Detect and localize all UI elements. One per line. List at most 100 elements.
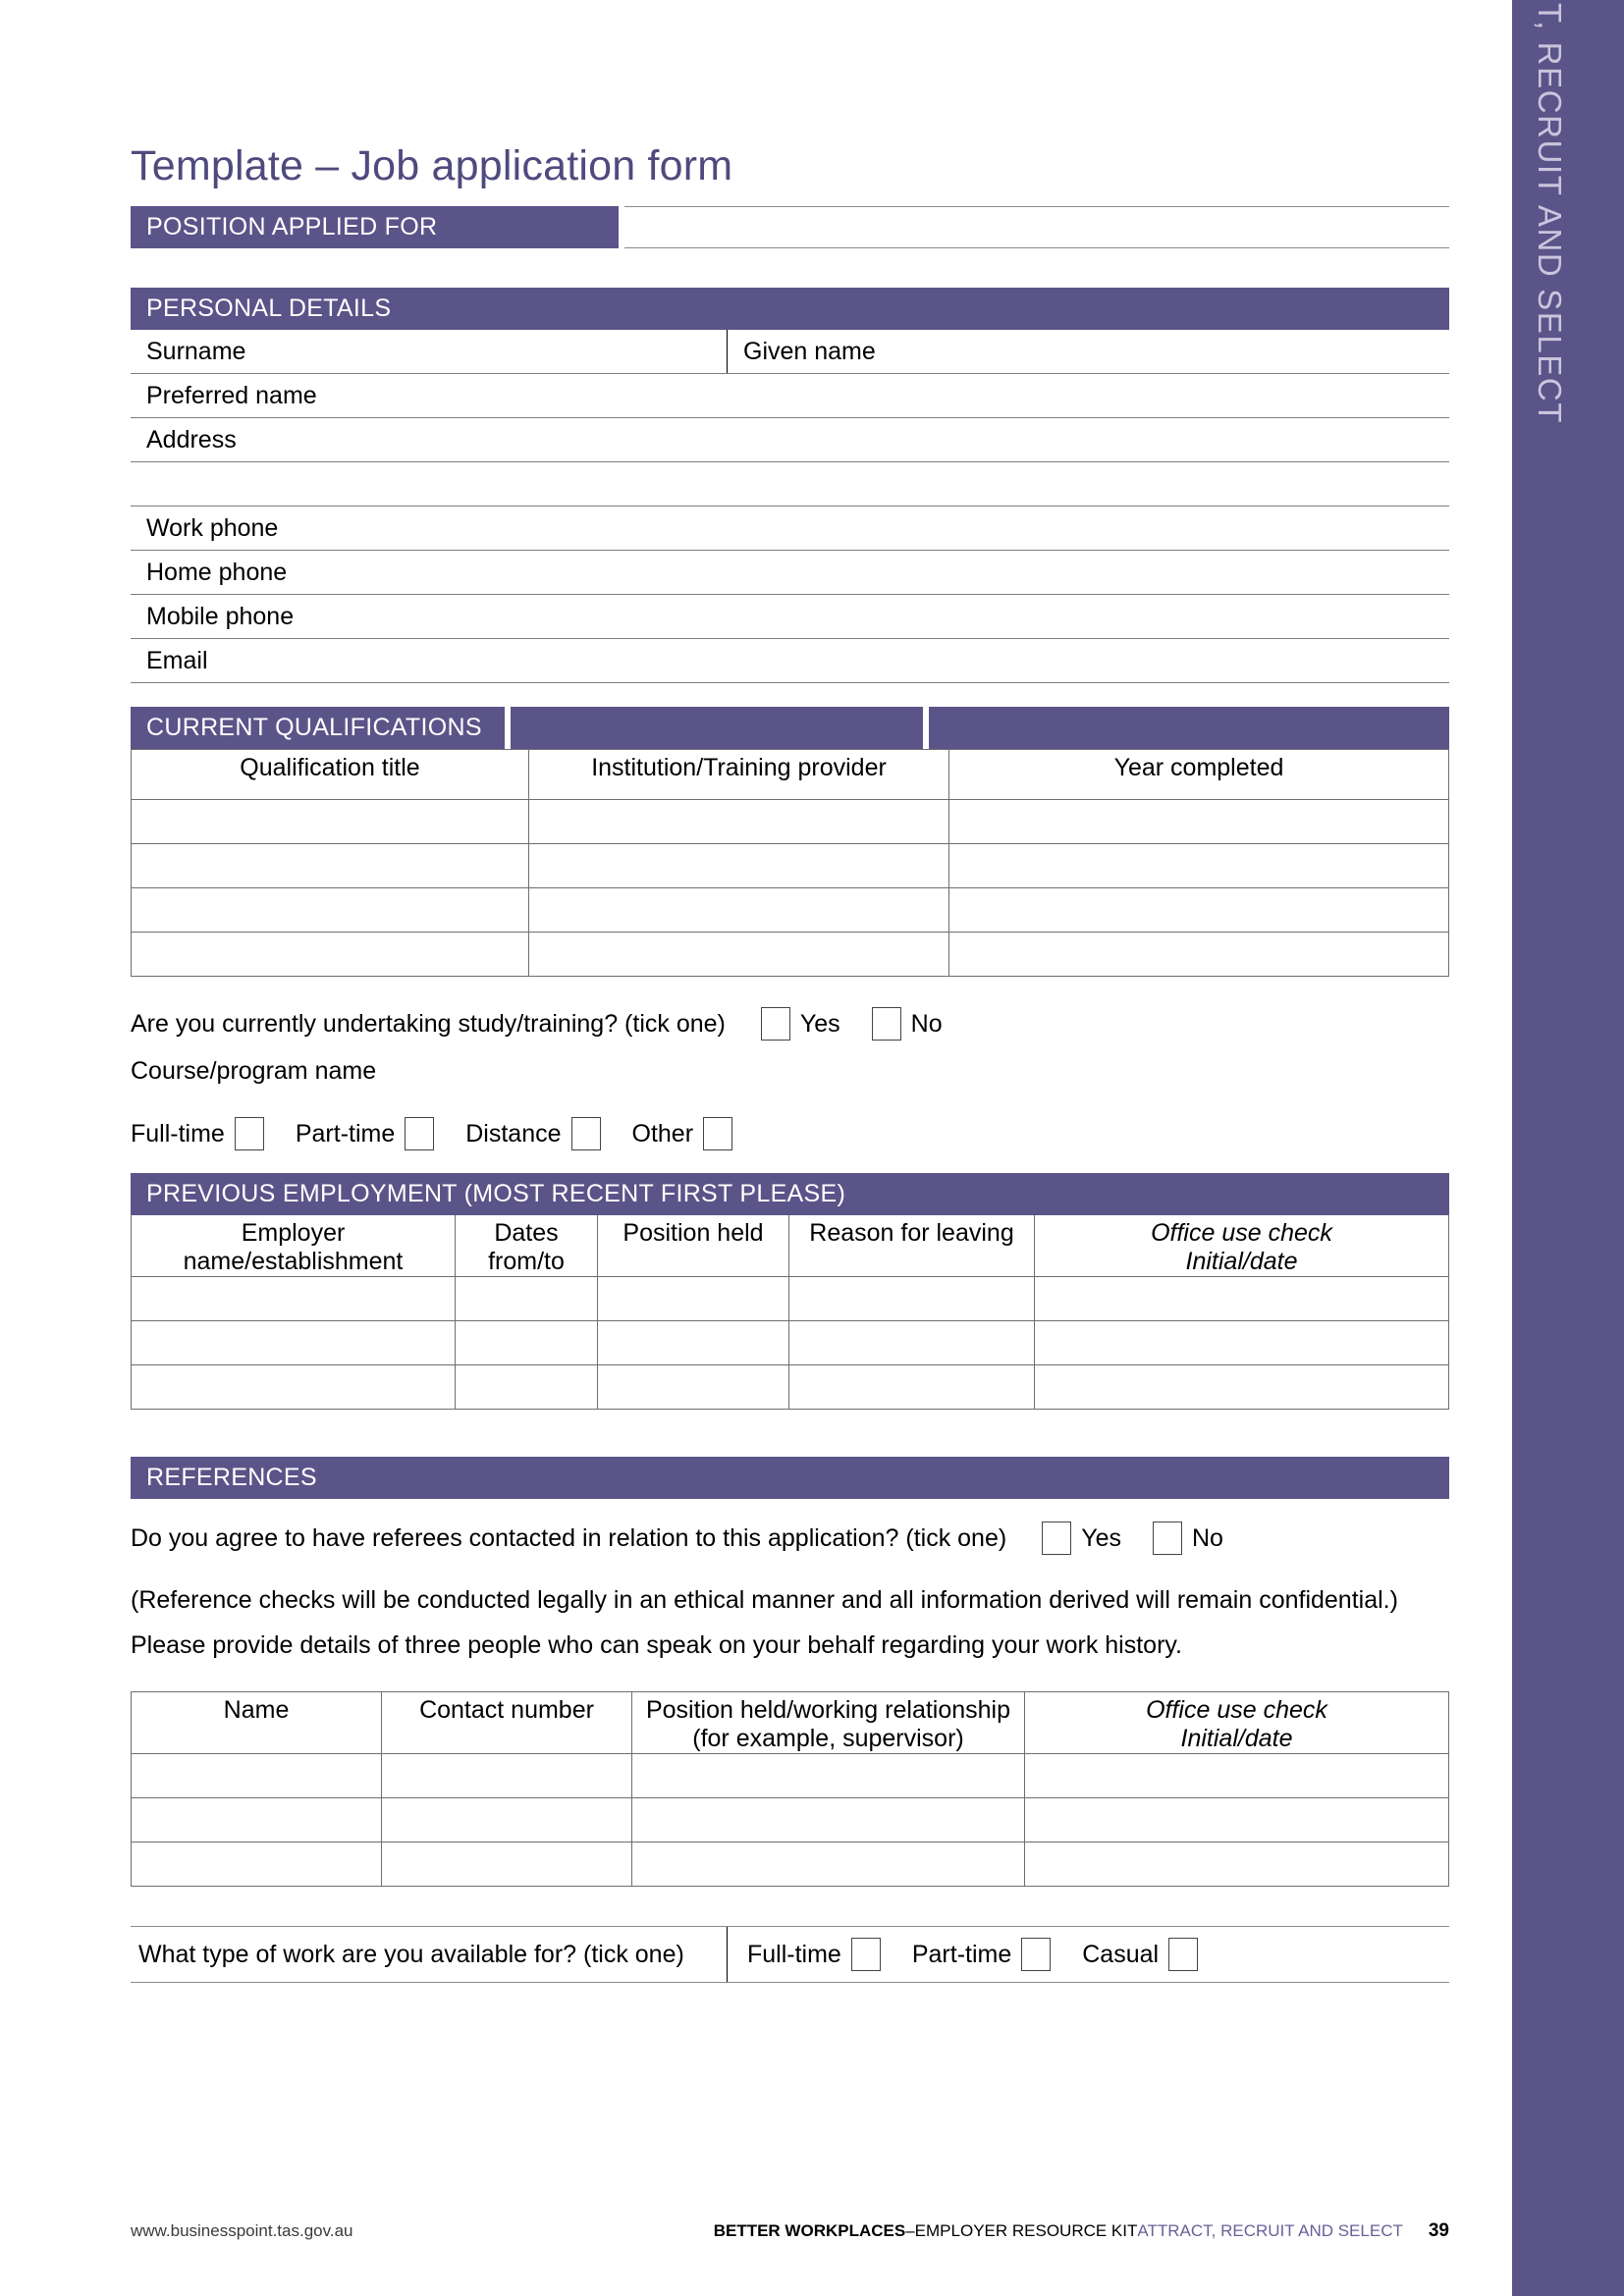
cell-institution[interactable] xyxy=(528,843,949,888)
cell-dates[interactable] xyxy=(455,1276,598,1321)
cell-office-use[interactable] xyxy=(1034,1320,1449,1365)
cell-year[interactable] xyxy=(948,887,1449,933)
page-canvas: Template – Job application form POSITION… xyxy=(0,0,1512,2296)
cell-referee-relationship[interactable] xyxy=(631,1797,1025,1842)
cell-position[interactable] xyxy=(597,1364,789,1410)
checkbox-study-no[interactable] xyxy=(871,1007,901,1041)
cell-position[interactable] xyxy=(597,1276,789,1321)
checkbox-study-mode-distance[interactable] xyxy=(570,1117,601,1150)
table-row xyxy=(131,843,1449,888)
table-row: Address xyxy=(131,418,1449,462)
availability-option-full-time[interactable]: Full-time xyxy=(747,1938,891,1971)
header-line-1: Office use check xyxy=(1146,1696,1327,1724)
checkbox-study-mode-full-time[interactable] xyxy=(234,1117,264,1150)
column-header-institution: Institution/Training provider xyxy=(528,749,949,800)
cell-year[interactable] xyxy=(948,932,1449,977)
cell-qualification-title[interactable] xyxy=(131,799,529,844)
table-row: Work phone xyxy=(131,507,1449,551)
header-line-2: Initial/date xyxy=(1180,1725,1293,1752)
cell-referee-contact[interactable] xyxy=(381,1753,632,1798)
label-given-name: Given name xyxy=(743,337,876,365)
availability-row: What type of work are you available for?… xyxy=(131,1926,1449,1983)
label-surname: Surname xyxy=(131,330,728,373)
table-row xyxy=(131,1364,1449,1410)
availability-options: Full-time Part-time Casual xyxy=(728,1927,1449,1982)
column-header-referee-contact-number: Contact number xyxy=(381,1691,632,1754)
table-row xyxy=(131,1320,1449,1365)
cell-referee-office-use[interactable] xyxy=(1024,1842,1449,1887)
header-line-1: Office use check xyxy=(1151,1219,1332,1247)
cell-referee-name[interactable] xyxy=(131,1797,382,1842)
checkbox-availability-full-time[interactable] xyxy=(850,1938,881,1971)
previous-employment-table: Employer name/establishment Dates from/t… xyxy=(131,1215,1449,1410)
qualifications-heading: CURRENT QUALIFICATIONS xyxy=(131,707,505,749)
position-applied-for-input[interactable] xyxy=(624,206,1449,248)
cell-employer[interactable] xyxy=(131,1276,456,1321)
column-header-referee-relationship: Position held/working relationship (for … xyxy=(631,1691,1025,1754)
cell-dates[interactable] xyxy=(455,1364,598,1410)
checkbox-study-mode-part-time[interactable] xyxy=(405,1117,435,1150)
cell-reason[interactable] xyxy=(788,1320,1035,1365)
label-work-phone: Work phone xyxy=(146,513,279,542)
column-header-referee-name: Name xyxy=(131,1691,382,1754)
qualifications-heading-row: CURRENT QUALIFICATIONS xyxy=(131,707,1449,749)
qualifications-heading-fill-2 xyxy=(929,707,1449,749)
cell-qualification-title[interactable] xyxy=(131,932,529,977)
availability-option-part-time[interactable]: Part-time xyxy=(912,1938,1060,1971)
table-row-blank[interactable] xyxy=(131,462,1449,507)
cell-referee-relationship[interactable] xyxy=(631,1842,1025,1887)
table-row: Surname Given name xyxy=(131,330,1449,374)
cell-year[interactable] xyxy=(948,799,1449,844)
cell-referee-name[interactable] xyxy=(131,1753,382,1798)
cell-employer[interactable] xyxy=(131,1364,456,1410)
table-row xyxy=(131,1842,1449,1887)
cell-qualification-title[interactable] xyxy=(131,843,529,888)
study-yes-label: Yes xyxy=(799,1009,840,1038)
cell-office-use[interactable] xyxy=(1034,1276,1449,1321)
references-table: Name Contact number Position held/workin… xyxy=(131,1691,1449,1887)
cell-year[interactable] xyxy=(948,843,1449,888)
table-row: Email xyxy=(131,639,1449,683)
availability-label-part-time: Part-time xyxy=(911,1940,1012,1968)
page-title: Template – Job application form xyxy=(131,142,733,189)
cell-institution[interactable] xyxy=(528,932,949,977)
checkbox-availability-casual[interactable] xyxy=(1168,1938,1199,1971)
cell-institution[interactable] xyxy=(528,799,949,844)
footer-brand: BETTER WORKPLACES xyxy=(713,2221,906,2240)
cell-referee-office-use[interactable] xyxy=(1024,1797,1449,1842)
column-header-employer-name: Employer name/establishment xyxy=(131,1215,456,1277)
table-row xyxy=(131,1276,1449,1321)
availability-option-casual[interactable]: Casual xyxy=(1082,1938,1208,1971)
checkbox-study-mode-other[interactable] xyxy=(703,1117,733,1150)
column-header-position-held: Position held xyxy=(597,1215,789,1277)
cell-referee-name[interactable] xyxy=(131,1842,382,1887)
cell-referee-relationship[interactable] xyxy=(631,1753,1025,1798)
availability-label-full-time: Full-time xyxy=(747,1940,841,1968)
footer-website[interactable]: www.businesspoint.tas.gov.au xyxy=(131,2221,352,2241)
page-footer: www.businesspoint.tas.gov.au BETTER WORK… xyxy=(131,2220,1449,2242)
checkbox-referee-consent-no[interactable] xyxy=(1152,1522,1182,1555)
cell-referee-contact[interactable] xyxy=(381,1797,632,1842)
cell-office-use[interactable] xyxy=(1034,1364,1449,1410)
checkbox-referee-consent-yes[interactable] xyxy=(1042,1522,1072,1555)
cell-reason[interactable] xyxy=(788,1276,1035,1321)
header-line-1: Dates xyxy=(494,1219,559,1247)
checkbox-availability-part-time[interactable] xyxy=(1021,1938,1052,1971)
cell-referee-contact[interactable] xyxy=(381,1842,632,1887)
label-preferred-name: Preferred name xyxy=(146,381,317,409)
header-line-2: Initial/date xyxy=(1185,1248,1298,1275)
cell-dates[interactable] xyxy=(455,1320,598,1365)
cell-qualification-title[interactable] xyxy=(131,887,529,933)
footer-right: BETTER WORKPLACES – EMPLOYER RESOURCE KI… xyxy=(714,2220,1449,2242)
cell-position[interactable] xyxy=(597,1320,789,1365)
cell-institution[interactable] xyxy=(528,887,949,933)
course-name-row: Course/program name xyxy=(131,1047,1449,1095)
cell-referee-office-use[interactable] xyxy=(1024,1753,1449,1798)
cell-reason[interactable] xyxy=(788,1364,1035,1410)
checkbox-study-yes[interactable] xyxy=(760,1007,790,1041)
cell-employer[interactable] xyxy=(131,1320,456,1365)
